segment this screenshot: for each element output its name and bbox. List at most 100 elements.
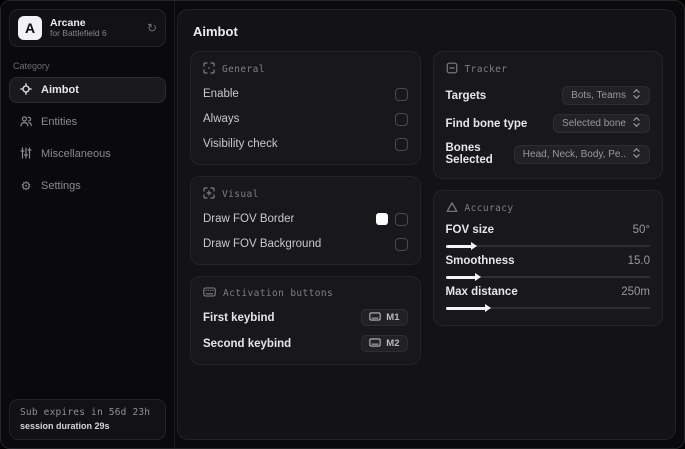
right-column: Tracker Targets Bots, Teams Find bone ty… [432,51,663,326]
app-subtitle: for Battlefield 6 [50,28,107,39]
setting-row: Find bone type Selected bone [445,114,650,133]
setting-label: Find bone type [445,117,528,130]
targets-dropdown[interactable]: Bots, Teams [562,86,650,105]
sidebar-item-settings[interactable]: ⚙ Settings [9,173,166,199]
tracker-card: Tracker Targets Bots, Teams Find bone ty… [432,51,663,179]
dropdown-value: Head, Neck, Body, Pe.. [522,148,626,160]
tracker-card-header: Tracker [446,62,651,77]
left-column: General Enable Always Visibility check V… [190,51,421,365]
draw-fov-background-checkbox[interactable] [394,237,408,251]
session-duration-text: session duration 29s [20,421,110,431]
slider-value: 15.0 [627,255,650,267]
slider-head: FOV size 50° [446,224,651,236]
slider-fill [445,273,482,281]
visual-card-header: Visual [203,187,408,202]
second-keybind-button[interactable]: M2 [361,335,408,352]
keyboard-icon [369,311,381,324]
sidebar: A Arcane for Battlefield 6 ↻ Category Ai… [1,1,175,448]
slider-thumb[interactable] [485,304,492,312]
setting-label: Draw FOV Border [203,213,295,225]
card-title: Accuracy [464,203,514,214]
setting-row: Always [203,111,408,127]
dropdown-value: Selected bone [562,118,626,129]
fov-border-color-swatch[interactable] [375,213,388,225]
setting-label: Always [203,113,240,125]
card-title: Tracker [464,64,508,75]
unfold-icon [632,116,641,131]
enable-checkbox[interactable] [394,87,408,101]
row-controls [375,212,408,226]
setting-label: Targets [445,89,487,102]
scan-icon [203,62,215,77]
setting-row: Draw FOV Background [203,236,408,252]
setting-label: Visibility check [203,138,278,150]
sidebar-item-label: Miscellaneous [41,148,111,160]
visibility-check-checkbox[interactable] [394,137,408,151]
slider-head: Smoothness 15.0 [446,255,651,267]
keybind-value: M1 [386,312,400,323]
first-keybind-button[interactable]: M1 [361,309,408,326]
slider-thumb[interactable] [471,242,478,250]
activation-card-header: Activation buttons [203,287,408,300]
triangle-icon [446,201,458,216]
smoothness-slider[interactable] [445,273,650,281]
content-columns: General Enable Always Visibility check V… [190,51,663,365]
keyboard-icon [203,287,216,300]
draw-fov-border-checkbox[interactable] [394,212,408,226]
keybind-value: M2 [386,338,400,349]
slider-thumb[interactable] [475,273,482,281]
gear-icon: ⚙ [20,179,32,193]
always-checkbox[interactable] [394,112,408,126]
general-card-header: General [203,62,408,77]
dropdown-value: Bots, Teams [571,90,626,101]
bones-selected-dropdown[interactable]: Head, Neck, Body, Pe.. [513,144,650,164]
slider-head: Max distance 250m [446,286,651,298]
setting-label: Draw FOV Background [203,238,322,250]
card-title: Activation buttons [223,288,334,299]
unfold-icon [632,147,641,162]
sidebar-item-entities[interactable]: Entities [9,109,166,135]
keyboard-icon [369,337,381,350]
activation-card: Activation buttons First keybind M1 Seco… [190,276,421,365]
card-title: Visual [222,189,259,200]
slider-label: Max distance [445,286,518,298]
accuracy-card-header: Accuracy [446,201,651,216]
find-bone-type-dropdown[interactable]: Selected bone [553,114,650,133]
card-title: General [222,64,265,75]
profile-card: A Arcane for Battlefield 6 ↻ [9,9,166,47]
sliders-icon [20,146,32,162]
setting-row: Enable [203,86,408,102]
slider-fill [445,304,492,312]
slider-label: FOV size [445,224,495,236]
sidebar-item-label: Aimbot [41,84,79,96]
sidebar-item-aimbot[interactable]: Aimbot [9,77,166,103]
sidebar-item-label: Entities [41,116,78,128]
visual-card: Visual Draw FOV Border Draw FOV Backgrou… [190,176,421,265]
main-panel: Aimbot General Enable Always Visibility … [177,9,676,440]
max-distance-slider-group: Max distance 250m [445,286,651,312]
smoothness-slider-group: Smoothness 15.0 [445,255,651,281]
setting-row: First keybind M1 [203,309,408,326]
unfold-icon [632,88,641,103]
page-title: Aimbot [193,24,238,39]
setting-label: Second keybind [203,337,292,350]
app-logo: A [18,16,42,40]
max-distance-slider[interactable] [445,304,650,312]
setting-label: First keybind [203,311,275,324]
focus-plus-icon [203,187,215,202]
slider-label: Smoothness [445,255,515,267]
main-wrap: Aimbot General Enable Always Visibility … [175,1,684,448]
sidebar-item-miscellaneous[interactable]: Miscellaneous [9,141,166,167]
setting-label: Bones Selected [445,142,493,166]
slider-value: 250m [621,286,650,298]
profile-text: Arcane for Battlefield 6 [50,17,139,39]
setting-row: Visibility check [203,136,408,152]
fov-size-slider[interactable] [445,242,650,250]
setting-row: Draw FOV Border [203,211,408,227]
accuracy-card: Accuracy FOV size 50° Smoothness 15.0 Ma… [432,190,663,326]
users-icon [20,115,32,130]
subscription-info-box: Sub expires in 56d 23h session duration … [9,399,166,440]
refresh-icon[interactable]: ↻ [147,22,157,34]
setting-row: Bones Selected Head, Neck, Body, Pe.. [445,142,650,166]
category-label: Category [13,61,50,71]
